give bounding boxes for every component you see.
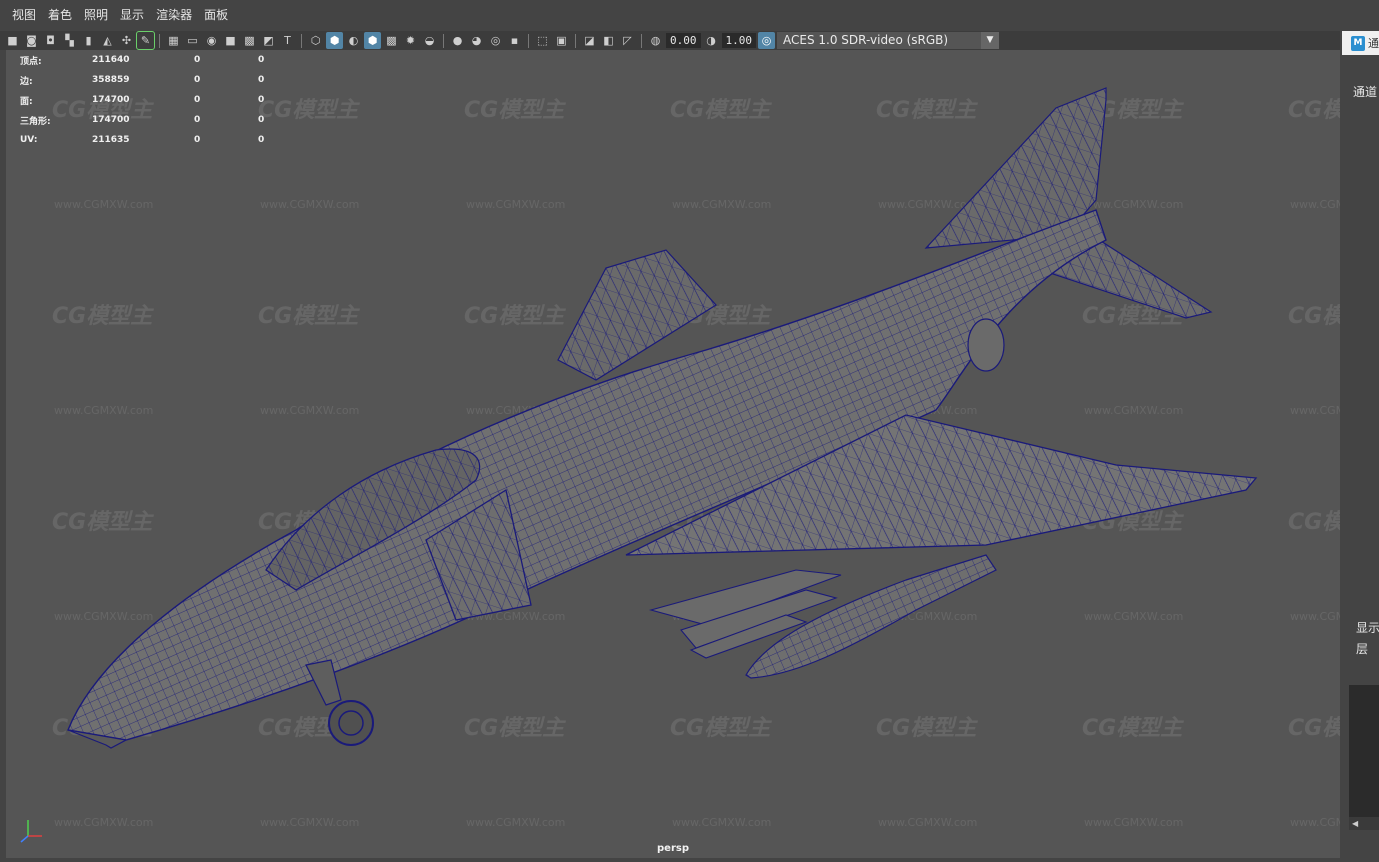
- screen-space-ao-icon[interactable]: ●: [449, 32, 466, 49]
- engine-nozzle: [967, 318, 1005, 372]
- hud-value: 358859: [92, 75, 130, 85]
- resolution-gate-icon[interactable]: ◉: [203, 32, 220, 49]
- hud-value: 0: [194, 55, 201, 65]
- safe-title-icon[interactable]: T: [279, 32, 296, 49]
- exposure-icon[interactable]: ◍: [647, 32, 664, 49]
- channel-box-panel: M 通 通道 显示 层 ◀: [1340, 31, 1379, 862]
- gamma-icon[interactable]: ◑: [703, 32, 720, 49]
- hud-value: 0: [194, 115, 201, 125]
- hud-value: 0: [258, 135, 265, 145]
- viewport-menubar: 视图 着色 照明 显示 渲染器 面板: [0, 0, 1379, 31]
- color-space-dropdown[interactable]: ACES 1.0 SDR-video (sRGB) ▼: [777, 32, 999, 49]
- isolate-select-icon[interactable]: ⬚: [534, 32, 551, 49]
- separator: [301, 33, 302, 48]
- grease-pencil-tool-icon[interactable]: ✣: [118, 32, 135, 49]
- hud-value: 0: [258, 55, 265, 65]
- camera-attributes-icon[interactable]: ◙: [23, 32, 40, 49]
- hud-row: 边: 358859 0 0: [20, 70, 322, 90]
- nose-wheel: [328, 700, 374, 746]
- backface-culling-icon[interactable]: ◸: [619, 32, 636, 49]
- grease-pencil-icon[interactable]: ▮: [80, 32, 97, 49]
- menu-renderer[interactable]: 渲染器: [150, 0, 198, 31]
- xray-icon[interactable]: ▣: [553, 32, 570, 49]
- hud-row: 顶点: 211640 0 0: [20, 50, 322, 70]
- hud-label: 三角形:: [20, 116, 51, 127]
- menu-lighting[interactable]: 照明: [78, 0, 114, 31]
- gamma-field[interactable]: 1.00: [721, 33, 756, 48]
- separator: [528, 33, 529, 48]
- hud-value: 211640: [92, 55, 130, 65]
- depth-of-field-icon[interactable]: ▪: [506, 32, 523, 49]
- camera-name-label: persp: [657, 843, 689, 854]
- xray-active-components-icon[interactable]: ◪: [581, 32, 598, 49]
- hud-label: 面:: [20, 96, 33, 107]
- menu-shading[interactable]: 着色: [42, 0, 78, 31]
- xray-joints-icon[interactable]: ◧: [600, 32, 617, 49]
- smooth-shade-icon[interactable]: ⬢: [326, 32, 343, 49]
- textured-icon[interactable]: ▩: [383, 32, 400, 49]
- hud-label: 顶点:: [20, 56, 42, 67]
- maya-logo-icon: M: [1351, 35, 1365, 51]
- panel-tab[interactable]: M 通: [1342, 31, 1379, 55]
- axis-gizmo-icon: [20, 820, 42, 843]
- hud-value: 174700: [92, 115, 130, 125]
- jet-wireframe-model[interactable]: [6, 50, 1340, 858]
- hud-value: 0: [194, 75, 201, 85]
- chevron-down-icon: ▼: [981, 32, 999, 49]
- image-plane-icon[interactable]: ▚: [61, 32, 78, 49]
- pencil-icon[interactable]: ✎: [136, 31, 155, 50]
- camera-select-icon[interactable]: ■: [4, 32, 21, 49]
- shadows-icon[interactable]: ◒: [421, 32, 438, 49]
- hud-label: 边:: [20, 76, 33, 87]
- field-chart-icon[interactable]: ▩: [241, 32, 258, 49]
- hud-value: 0: [258, 115, 265, 125]
- motion-blur-icon[interactable]: ◕: [468, 32, 485, 49]
- hud-row: 面: 174700 0 0: [20, 90, 322, 110]
- panel-tab-label: 通: [1368, 37, 1379, 50]
- layer-label[interactable]: 层: [1356, 640, 1368, 657]
- heads-up-display: 顶点: 211640 0 0 边: 358859 0 0 面: 174700 0…: [20, 50, 322, 150]
- viewport-toolbar: ■ ◙ ◘ ▚ ▮ ◭ ✣ ✎ ▦ ▭ ◉ ■ ▩ ◩ T ⬡ ⬢ ◐ ⬢ ▩ …: [0, 31, 1340, 50]
- bookmark-icon[interactable]: ◘: [42, 32, 59, 49]
- separator: [443, 33, 444, 48]
- hud-value: 0: [194, 135, 201, 145]
- grid-icon[interactable]: ▦: [165, 32, 182, 49]
- wireframe-on-shaded-icon[interactable]: ⬢: [364, 32, 381, 49]
- scroll-left-icon[interactable]: ◀: [1349, 817, 1379, 830]
- hud-row: UV: 211635 0 0: [20, 130, 322, 150]
- multisample-aa-icon[interactable]: ◎: [487, 32, 504, 49]
- 3d-viewport[interactable]: CG模型主 CG模型主 CG模型主 CG模型主 CG模型主 CG模型主 CG模型…: [6, 50, 1340, 858]
- use-all-lights-icon[interactable]: ✹: [402, 32, 419, 49]
- 2d-pan-zoom-icon[interactable]: ◭: [99, 32, 116, 49]
- separator: [641, 33, 642, 48]
- hud-value: 0: [258, 95, 265, 105]
- color-space-value: ACES 1.0 SDR-video (sRGB): [783, 33, 949, 47]
- default-material-icon[interactable]: ◐: [345, 32, 362, 49]
- color-management-icon[interactable]: ◎: [758, 32, 775, 49]
- layer-list[interactable]: [1349, 685, 1379, 817]
- separator: [575, 33, 576, 48]
- hud-row: 三角形: 174700 0 0: [20, 110, 322, 130]
- hud-value: 174700: [92, 95, 130, 105]
- film-gate-icon[interactable]: ▭: [184, 32, 201, 49]
- wireframe-icon[interactable]: ⬡: [307, 32, 324, 49]
- hud-value: 0: [194, 95, 201, 105]
- gate-mask-icon[interactable]: ■: [222, 32, 239, 49]
- separator: [159, 33, 160, 48]
- menu-view[interactable]: 视图: [6, 0, 42, 31]
- channel-box-label[interactable]: 通道: [1353, 83, 1377, 100]
- hud-value: 0: [258, 75, 265, 85]
- exposure-field[interactable]: 0.00: [666, 33, 701, 48]
- menu-show[interactable]: 显示: [114, 0, 150, 31]
- safe-action-icon[interactable]: ◩: [260, 32, 277, 49]
- hud-label: UV:: [20, 135, 38, 145]
- hud-value: 211635: [92, 135, 130, 145]
- display-layer-label[interactable]: 显示: [1356, 619, 1379, 636]
- menu-panels[interactable]: 面板: [198, 0, 234, 31]
